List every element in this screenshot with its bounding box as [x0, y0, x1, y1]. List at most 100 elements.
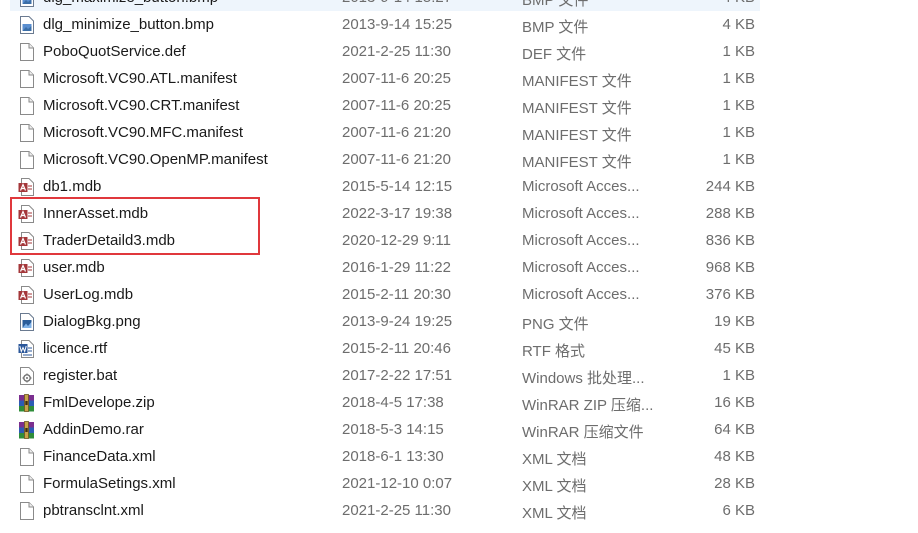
- file-type: MANIFEST 文件: [522, 127, 632, 144]
- file-row[interactable]: register.bat 2017-2-22 17:51 Windows 批处理..…: [0, 362, 918, 389]
- file-date-modified: 2017-2-22 17:51: [342, 367, 453, 384]
- file-size: 4 KB: [722, 0, 755, 6]
- file-date-modified: 2018-6-1 13:30: [342, 448, 444, 465]
- access-db-icon: [18, 286, 35, 304]
- file-name[interactable]: UserLog.mdb: [43, 286, 133, 303]
- bmp-file-icon: [18, 16, 35, 34]
- file-name[interactable]: DialogBkg.png: [43, 313, 141, 330]
- file-row[interactable]: dlg_minimize_button.bmp 2013-9-14 15:25 BM…: [0, 11, 918, 38]
- file-row[interactable]: db1.mdb 2015-5-14 12:15 Microsoft Acces...…: [0, 173, 918, 200]
- file-type: BMP 文件: [522, 19, 589, 36]
- file-name[interactable]: Microsoft.VC90.OpenMP.manifest: [43, 151, 268, 168]
- file-row[interactable]: PoboQuotService.def 2021-2-25 11:30 DEF 文件…: [0, 38, 918, 65]
- file-type: WinRAR 压缩文件: [522, 424, 644, 441]
- blank-file-icon: [18, 151, 35, 169]
- access-db-icon: [18, 232, 35, 250]
- file-date-modified: 2020-12-29 9:11: [342, 232, 451, 249]
- file-size: 244 KB: [705, 178, 755, 195]
- file-type: XML 文档: [522, 505, 587, 522]
- file-date-modified: 2007-11-6 20:25: [342, 97, 451, 114]
- file-name[interactable]: dlg_maximize_button.bmp: [43, 0, 218, 6]
- file-date-modified: 2007-11-6 21:20: [342, 124, 451, 141]
- file-row[interactable]: Microsoft.VC90.MFC.manifest 2007-11-6 21:…: [0, 119, 918, 146]
- file-list: dlg_maximize_button.bmp 2013-9-14 15:27 BM…: [0, 0, 918, 524]
- file-name[interactable]: FmlDevelope.zip: [43, 394, 155, 411]
- file-row[interactable]: FinanceData.xml 2018-6-1 13:30 XML 文档 48 KB: [0, 443, 918, 470]
- file-row[interactable]: pbtransclnt.xml 2021-2-25 11:30 XML 文档 6 KB: [0, 497, 918, 524]
- file-size: 1 KB: [722, 124, 755, 141]
- file-type: DEF 文件: [522, 46, 587, 63]
- blank-file-icon: [18, 448, 35, 466]
- file-row[interactable]: FormulaSetings.xml 2021-12-10 0:07 XML 文档 2…: [0, 470, 918, 497]
- file-type: WinRAR ZIP 压缩...: [522, 397, 654, 414]
- file-row[interactable]: DialogBkg.png 2013-9-24 19:25 PNG 文件 19 KB: [0, 308, 918, 335]
- file-type: PNG 文件: [522, 316, 589, 333]
- file-type: MANIFEST 文件: [522, 100, 632, 117]
- file-name[interactable]: FinanceData.xml: [43, 448, 156, 465]
- batch-file-icon: [18, 367, 35, 385]
- file-name[interactable]: user.mdb: [43, 259, 105, 276]
- file-date-modified: 2013-9-14 15:27: [342, 0, 452, 6]
- file-size: 836 KB: [705, 232, 755, 249]
- file-size: 45 KB: [714, 340, 755, 357]
- access-db-icon: [18, 259, 35, 277]
- file-date-modified: 2018-4-5 17:38: [342, 394, 444, 411]
- file-date-modified: 2018-5-3 14:15: [342, 421, 444, 438]
- file-row[interactable]: Microsoft.VC90.ATL.manifest 2007-11-6 20:…: [0, 65, 918, 92]
- file-size: 19 KB: [714, 313, 755, 330]
- file-name[interactable]: db1.mdb: [43, 178, 101, 195]
- file-type: Microsoft Acces...: [522, 232, 640, 249]
- file-size: 288 KB: [705, 205, 755, 222]
- file-type: RTF 格式: [522, 343, 586, 360]
- file-name[interactable]: pbtransclnt.xml: [43, 502, 144, 519]
- file-name[interactable]: PoboQuotService.def: [43, 43, 186, 60]
- file-row[interactable]: UserLog.mdb 2015-2-11 20:30 Microsoft Acce…: [0, 281, 918, 308]
- file-type: MANIFEST 文件: [522, 154, 632, 171]
- file-row[interactable]: FmlDevelope.zip 2018-4-5 17:38 WinRAR ZIP …: [0, 389, 918, 416]
- file-type: Microsoft Acces...: [522, 286, 640, 303]
- file-size: 16 KB: [714, 394, 755, 411]
- blank-file-icon: [18, 502, 35, 520]
- file-row[interactable]: TraderDetaild3.mdb 2020-12-29 9:11 Microso…: [0, 227, 918, 254]
- file-size: 4 KB: [722, 16, 755, 33]
- file-type: Microsoft Acces...: [522, 178, 640, 195]
- file-type: BMP 文件: [522, 0, 589, 9]
- file-row[interactable]: licence.rtf 2015-2-11 20:46 RTF 格式 45 KB: [0, 335, 918, 362]
- file-row[interactable]: dlg_maximize_button.bmp 2013-9-14 15:27 BM…: [0, 0, 918, 11]
- file-name[interactable]: FormulaSetings.xml: [43, 475, 176, 492]
- file-name[interactable]: register.bat: [43, 367, 117, 384]
- blank-file-icon: [18, 124, 35, 142]
- file-date-modified: 2013-9-14 15:25: [342, 16, 453, 33]
- file-name[interactable]: TraderDetaild3.mdb: [43, 232, 175, 249]
- file-name[interactable]: InnerAsset.mdb: [43, 205, 148, 222]
- winrar-archive-icon: [18, 394, 35, 412]
- file-size: 1 KB: [722, 70, 755, 87]
- file-size: 1 KB: [722, 367, 755, 384]
- file-row[interactable]: Microsoft.VC90.OpenMP.manifest 2007-11-6 …: [0, 146, 918, 173]
- file-row[interactable]: AddinDemo.rar 2018-5-3 14:15 WinRAR 压缩文件 64…: [0, 416, 918, 443]
- file-name[interactable]: licence.rtf: [43, 340, 107, 357]
- file-row[interactable]: Microsoft.VC90.CRT.manifest 2007-11-6 20:…: [0, 92, 918, 119]
- file-size: 6 KB: [722, 502, 755, 519]
- png-file-icon: [18, 313, 35, 331]
- file-size: 968 KB: [705, 259, 755, 276]
- blank-file-icon: [18, 97, 35, 115]
- file-name[interactable]: Microsoft.VC90.ATL.manifest: [43, 70, 237, 87]
- file-size: 1 KB: [722, 97, 755, 114]
- file-row[interactable]: user.mdb 2016-1-29 11:22 Microsoft Acces..…: [0, 254, 918, 281]
- file-name[interactable]: Microsoft.VC90.CRT.manifest: [43, 97, 239, 114]
- file-date-modified: 2013-9-24 19:25: [342, 313, 453, 330]
- file-row[interactable]: InnerAsset.mdb 2022-3-17 19:38 Microsoft A…: [0, 200, 918, 227]
- access-db-icon: [18, 205, 35, 223]
- file-date-modified: 2021-12-10 0:07: [342, 475, 453, 492]
- file-date-modified: 2016-1-29 11:22: [342, 259, 451, 276]
- file-name[interactable]: AddinDemo.rar: [43, 421, 144, 438]
- file-type: Microsoft Acces...: [522, 259, 640, 276]
- file-name[interactable]: dlg_minimize_button.bmp: [43, 16, 214, 33]
- file-size: 64 KB: [714, 421, 755, 438]
- file-name[interactable]: Microsoft.VC90.MFC.manifest: [43, 124, 243, 141]
- access-db-icon: [18, 178, 35, 196]
- file-size: 1 KB: [722, 43, 755, 60]
- file-date-modified: 2015-2-11 20:46: [342, 340, 451, 357]
- blank-file-icon: [18, 70, 35, 88]
